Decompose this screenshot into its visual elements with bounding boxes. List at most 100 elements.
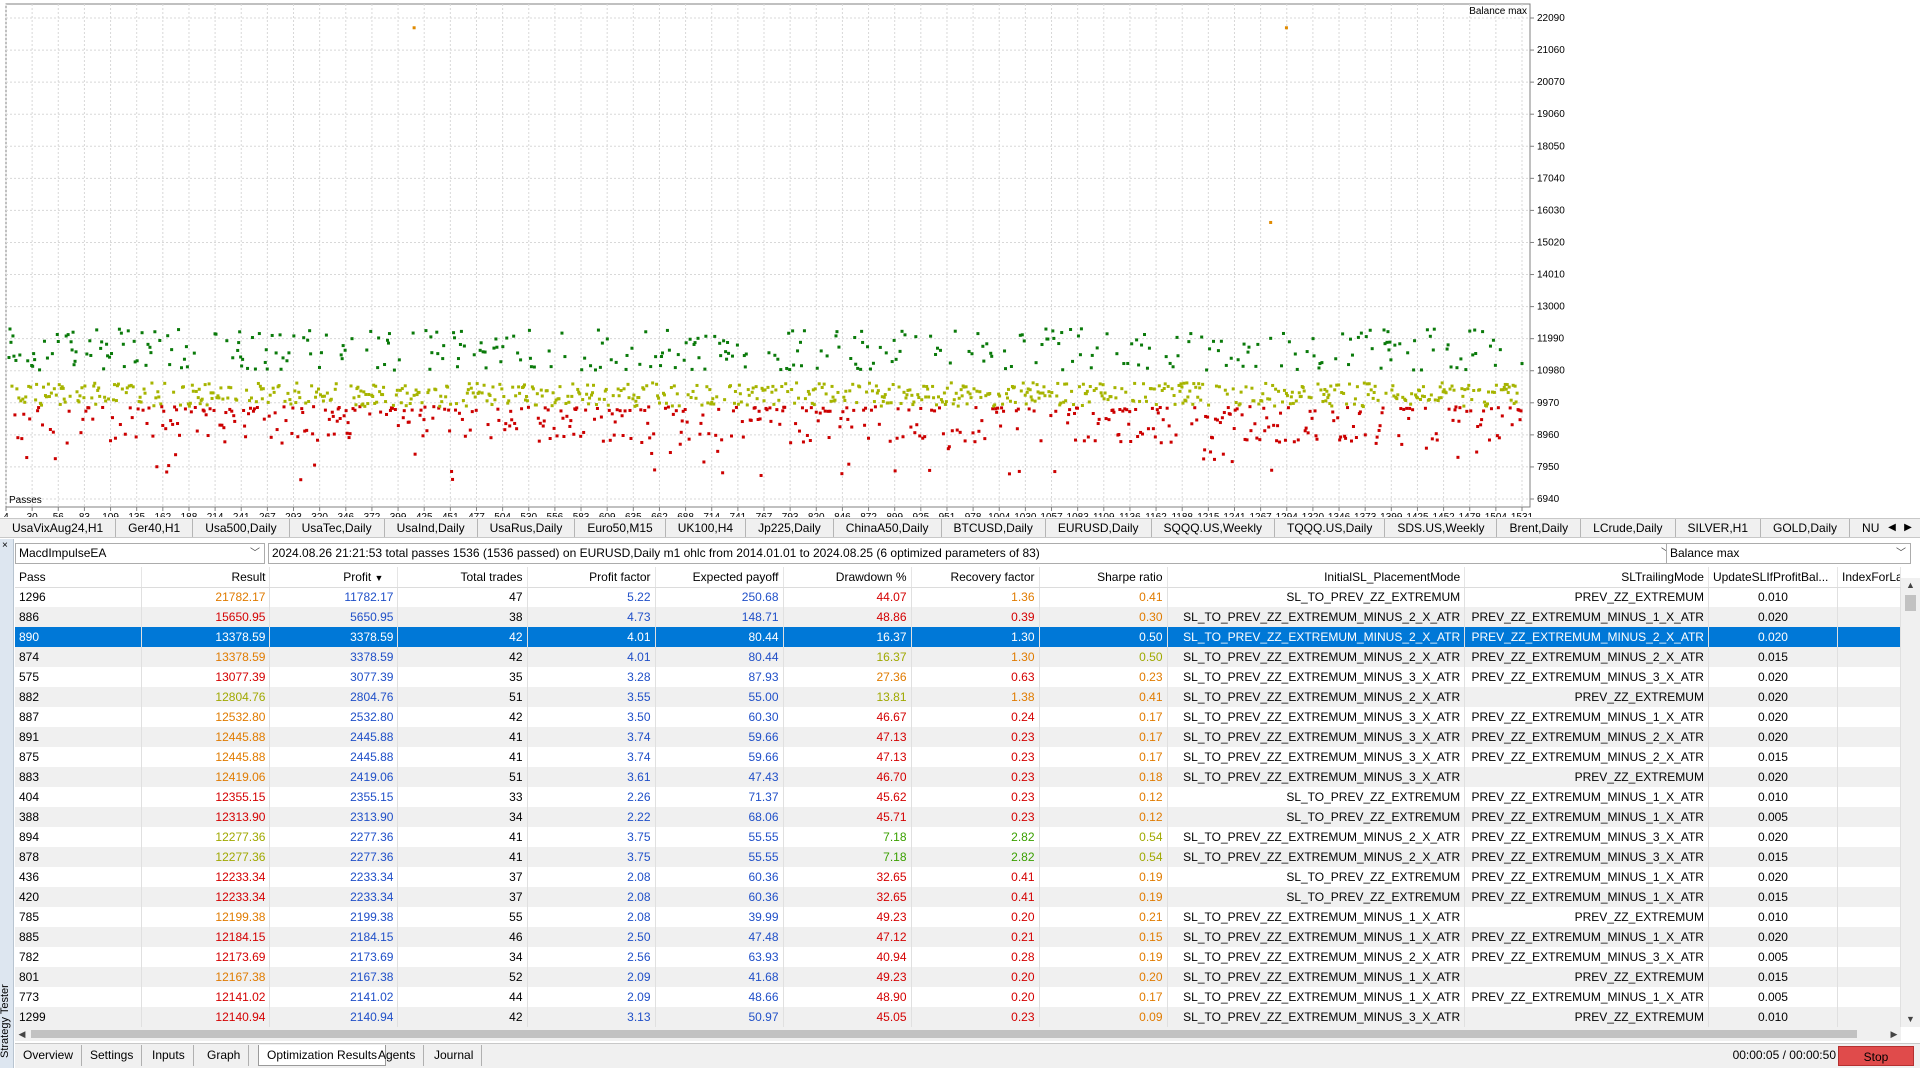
scatter-point — [1483, 400, 1487, 404]
triangle-right-icon[interactable]: ▶ — [1900, 519, 1916, 537]
symbol-tab[interactable]: UK100,H4 — [666, 519, 747, 537]
symbol-tab[interactable]: BTCUSD,Daily — [942, 519, 1046, 537]
horizontal-scrollbar[interactable]: ◀ ▶ — [15, 1027, 1901, 1041]
scatter-point — [614, 360, 618, 364]
table-row[interactable]: 1296 21782.17 11782.17 47 5.22 250.68 44.07 1.3… — [15, 587, 1901, 607]
table-row[interactable]: 404 12355.15 2355.15 33 2.26 71.37 45.62 0.23 0.… — [15, 787, 1901, 807]
column-header-update-sl[interactable]: UpdateSLIfProfitBal... — [1708, 567, 1838, 588]
scatter-point — [600, 341, 604, 345]
horizontal-scroll-thumb[interactable] — [31, 1030, 1857, 1038]
scatter-point — [1513, 384, 1517, 388]
optimization-info-select[interactable]: 2024.08.26 21:21:53 total passes 1536 (1… — [268, 543, 1676, 564]
table-row[interactable]: 575 13077.39 3077.39 35 3.28 87.93 27.36 0.63 0.… — [15, 667, 1901, 687]
bottom-tab-journal[interactable]: Journal — [426, 1045, 483, 1066]
symbol-tab[interactable]: TQQQ.US,Daily — [1275, 519, 1386, 537]
cell-ep: 41.68 — [655, 967, 784, 987]
symbol-tab[interactable]: Jp225,Daily — [746, 519, 834, 537]
cell-dd: 45.05 — [783, 1007, 912, 1027]
scroll-up-icon[interactable]: ▲ — [1901, 578, 1920, 593]
table-row[interactable]: 1299 12140.94 2140.94 42 3.13 50.97 45.05 0.23 0… — [15, 1007, 1901, 1027]
scatter-point — [959, 388, 963, 392]
symbol-tab[interactable]: ChinaA50,Daily — [834, 519, 942, 537]
symbol-tab[interactable]: UsaVixAug24,H1 — [0, 519, 117, 537]
table-row[interactable]: 891 12445.88 2445.88 41 3.74 59.66 47.13 0.23 0.… — [15, 727, 1901, 747]
scatter-point — [459, 329, 463, 333]
symbol-tab[interactable]: Euro50,M15 — [575, 519, 666, 537]
triangle-left-icon[interactable]: ◀ — [1884, 519, 1900, 537]
table-row[interactable]: 420 12233.34 2233.34 37 2.08 60.36 32.65 0.41 0.… — [15, 887, 1901, 907]
close-icon[interactable]: × — [2, 541, 8, 551]
cell-sr: 0.12 — [1039, 787, 1168, 807]
bottom-tab-overview[interactable]: Overview — [15, 1045, 83, 1066]
vertical-scroll-thumb[interactable] — [1905, 595, 1916, 611]
column-header-sl-trailing-mode[interactable]: SLTrailingMode — [1464, 567, 1709, 588]
vertical-scrollbar[interactable]: ▲ ▼ — [1901, 578, 1920, 1027]
scatter-point — [194, 389, 198, 393]
table-row[interactable]: 887 12532.80 2532.80 42 3.50 60.30 46.67 0.24 0.… — [15, 707, 1901, 727]
table-row[interactable]: 388 12313.90 2313.90 34 2.22 68.06 45.71 0.23 0.… — [15, 807, 1901, 827]
table-row[interactable]: 782 12173.69 2173.69 34 2.56 63.93 40.94 0.28 0.… — [15, 947, 1901, 967]
bottom-tab-optimization-results[interactable]: Optimization Results — [258, 1045, 387, 1066]
scatter-point — [562, 435, 566, 439]
table-row[interactable]: 801 12167.38 2167.38 52 2.09 41.68 49.23 0.20 0.… — [15, 967, 1901, 987]
expert-select[interactable]: MacdImpulseEA ﹀ — [15, 543, 265, 564]
table-row[interactable]: 894 12277.36 2277.36 41 3.75 55.55 7.18 2.82 0.5… — [15, 827, 1901, 847]
table-row[interactable]: 890 13378.59 3378.59 42 4.01 80.44 16.37 1.30 0.… — [15, 627, 1901, 647]
table-row[interactable]: 883 12419.06 2419.06 51 3.61 47.43 46.70 0.23 0.… — [15, 767, 1901, 787]
symbol-tab[interactable]: UsaTec,Daily — [290, 519, 385, 537]
column-header-recovery-factor[interactable]: Recovery factor — [911, 567, 1040, 588]
bottom-tab-agents[interactable]: Agents — [370, 1045, 425, 1066]
bottom-tab-inputs[interactable]: Inputs — [144, 1045, 194, 1066]
cell-result: 12173.69 — [141, 947, 271, 967]
column-header-pass[interactable]: Pass — [15, 567, 143, 588]
scroll-left-icon[interactable]: ◀ — [15, 1027, 29, 1041]
table-row[interactable]: 885 12184.15 2184.15 46 2.50 47.48 47.12 0.21 0.… — [15, 927, 1901, 947]
scatter-point — [714, 433, 718, 437]
scatter-point — [352, 396, 356, 400]
scatter-point — [118, 423, 122, 427]
symbol-tab[interactable]: SILVER,H1 — [1676, 519, 1762, 537]
symbol-tab[interactable]: SDS.US,Weekly — [1385, 519, 1498, 537]
table-row[interactable]: 773 12141.02 2141.02 44 2.09 48.66 48.90 0.20 0.… — [15, 987, 1901, 1007]
column-header-result[interactable]: Result — [141, 567, 271, 588]
symbol-tab[interactable]: Ger40,H1 — [116, 519, 194, 537]
table-row[interactable]: 886 15650.95 5650.95 38 4.73 148.71 48.86 0.39 0… — [15, 607, 1901, 627]
column-header-initial-sl-mode[interactable]: InitialSL_PlacementMode — [1167, 567, 1466, 588]
scatter-point — [930, 408, 934, 412]
scroll-right-icon[interactable]: ▶ — [1887, 1027, 1901, 1041]
cell-trades: 38 — [397, 607, 528, 627]
column-header-profit[interactable]: Profit ▼ — [269, 567, 399, 588]
scroll-down-icon[interactable]: ▼ — [1901, 1012, 1920, 1027]
column-header-index-for-last-valid[interactable]: IndexForLastValidI — [1837, 567, 1901, 588]
symbol-tab[interactable]: SQQQ.US,Weekly — [1152, 519, 1275, 537]
symbol-tab[interactable]: GOLD,Daily — [1761, 519, 1851, 537]
column-header-total-trades[interactable]: Total trades — [397, 567, 528, 588]
scatter-point — [136, 407, 140, 411]
column-header-sharpe-ratio[interactable]: Sharpe ratio — [1039, 567, 1168, 588]
table-row[interactable]: 875 12445.88 2445.88 41 3.74 59.66 47.13 0.23 0.… — [15, 747, 1901, 767]
column-header-profit-factor[interactable]: Profit factor — [527, 567, 656, 588]
table-row[interactable]: 882 12804.76 2804.76 51 3.55 55.00 13.81 1.38 0.… — [15, 687, 1901, 707]
scatter-point — [629, 436, 633, 440]
column-header-drawdown[interactable]: Drawdown % — [783, 567, 912, 588]
criterion-select[interactable]: Balance max ﹀ — [1666, 543, 1911, 564]
symbol-tab[interactable]: EURUSD,Daily — [1046, 519, 1152, 537]
scatter-point — [593, 368, 597, 372]
symbol-tab[interactable]: UsaRus,Daily — [478, 519, 576, 537]
bottom-tab-settings[interactable]: Settings — [82, 1045, 143, 1066]
table-row[interactable]: 785 12199.38 2199.38 55 2.08 39.99 49.23 0.20 0.… — [15, 907, 1901, 927]
stop-button[interactable]: Stop — [1838, 1046, 1914, 1066]
symbol-tab[interactable]: LCrude,Daily — [1581, 519, 1676, 537]
column-header-expected-payoff[interactable]: Expected payoff — [655, 567, 784, 588]
scatter-point — [1080, 404, 1084, 408]
symbol-tab[interactable]: Brent,Daily — [1497, 519, 1582, 537]
bottom-tab-graph[interactable]: Graph — [199, 1045, 250, 1066]
table-row[interactable]: 878 12277.36 2277.36 41 3.75 55.55 7.18 2.82 0.5… — [15, 847, 1901, 867]
scatter-point — [173, 405, 177, 409]
cell-upd: 0.010 — [1708, 787, 1838, 807]
table-row[interactable]: 436 12233.34 2233.34 37 2.08 60.36 32.65 0.41 0.… — [15, 867, 1901, 887]
table-row[interactable]: 874 13378.59 3378.59 42 4.01 80.44 16.37 1.30 0.… — [15, 647, 1901, 667]
symbol-tab[interactable]: Usa500,Daily — [193, 519, 290, 537]
scatter-point — [1481, 330, 1485, 334]
symbol-tab[interactable]: UsaInd,Daily — [385, 519, 478, 537]
